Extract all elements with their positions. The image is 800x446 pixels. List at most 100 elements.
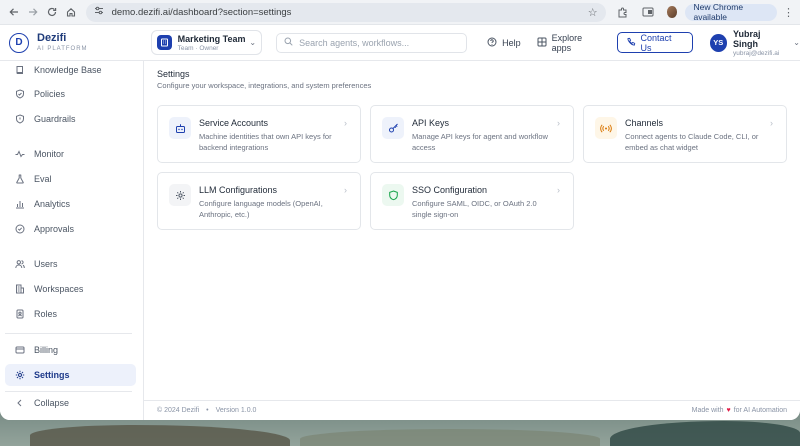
- explore-apps-link[interactable]: Explore apps: [537, 33, 603, 53]
- dezifi-logo-icon: D: [9, 32, 29, 53]
- desktop-wallpaper: [0, 419, 800, 446]
- flask-icon: [14, 174, 25, 184]
- extensions-icon[interactable]: [614, 3, 632, 21]
- gear-icon: [14, 370, 25, 380]
- chevron-right-icon: ›: [770, 118, 773, 128]
- card-description: Configure SAML, OIDC, or OAuth 2.0 singl…: [412, 199, 537, 219]
- sidebar-item-users[interactable]: Users: [5, 253, 136, 275]
- made-with-prefix: Made with: [691, 407, 724, 414]
- shield-icon: [14, 114, 25, 124]
- sidebar-item-roles[interactable]: Roles: [5, 303, 136, 325]
- sidebar-item-monitor[interactable]: Monitor: [5, 143, 136, 165]
- bar-chart-icon: [14, 199, 25, 209]
- settings-card-api-keys[interactable]: API Keys Manage API keys for agent and w…: [370, 105, 574, 163]
- check-circle-icon: [14, 224, 25, 234]
- building-icon: [14, 284, 25, 294]
- settings-card-sso-configuration[interactable]: SSO Configuration Configure SAML, OIDC, …: [370, 172, 574, 230]
- app-header: D Dezifi AI PLATFORM Marketing Team Team…: [0, 25, 800, 61]
- key-icon: [382, 117, 404, 139]
- card-description: Manage API keys for agent and workflow a…: [412, 132, 548, 152]
- badge-icon: [14, 309, 25, 319]
- settings-page: Settings Configure your workspace, integ…: [144, 61, 800, 400]
- sidebar-item-settings[interactable]: Settings: [5, 364, 136, 386]
- user-name: Yubraj Singh: [733, 28, 761, 49]
- separator-dot: •: [206, 407, 209, 414]
- settings-card-service-accounts[interactable]: Service Accounts Machine identities that…: [157, 105, 361, 163]
- sidebar-item-billing[interactable]: Billing: [5, 339, 136, 361]
- team-switcher[interactable]: Marketing Team Team · Owner ⌄: [150, 30, 263, 55]
- card-description: Configure language models (OpenAI, Anthr…: [199, 199, 323, 219]
- sidebar-item-analytics[interactable]: Analytics: [5, 193, 136, 215]
- search-box[interactable]: [276, 32, 468, 53]
- sidebar-divider: [5, 333, 132, 334]
- team-role: Team · Owner: [177, 44, 219, 52]
- page-title: Settings: [157, 69, 190, 79]
- address-bar[interactable]: demo.dezifi.ai/dashboard?section=setting…: [85, 2, 606, 22]
- search-icon: [284, 37, 293, 48]
- site-settings-icon[interactable]: [94, 6, 106, 18]
- url-text: demo.dezifi.ai/dashboard?section=setting…: [111, 6, 292, 18]
- help-circle-icon: [487, 37, 497, 49]
- card-title: SSO Configuration: [412, 185, 488, 195]
- app-footer: © 2024 Dezifi • Version 1.0.0 Made with …: [144, 400, 800, 420]
- sidebar-item-approvals[interactable]: Approvals: [5, 218, 136, 240]
- shield-icon: [382, 184, 404, 206]
- browser-toolbar: demo.dezifi.ai/dashboard?section=setting…: [0, 0, 800, 25]
- card-title: Service Accounts: [199, 118, 269, 128]
- page-subtitle: Configure your workspace, integrations, …: [157, 81, 372, 90]
- brand[interactable]: D Dezifi AI PLATFORM: [0, 32, 141, 53]
- bookmark-star-icon[interactable]: ☆: [588, 6, 598, 19]
- card-title: LLM Configurations: [199, 185, 278, 195]
- search-input[interactable]: [299, 37, 460, 48]
- team-name: Marketing Team: [177, 33, 246, 44]
- sidebar-collapse-button[interactable]: Collapse: [5, 392, 136, 414]
- robot-icon: [169, 117, 191, 139]
- split-view-icon[interactable]: [639, 3, 657, 21]
- copyright-text: © 2024 Dezifi: [157, 407, 200, 414]
- brand-tagline: AI PLATFORM: [37, 46, 88, 52]
- browser-window: demo.dezifi.ai/dashboard?section=setting…: [0, 0, 800, 420]
- home-icon[interactable]: [63, 3, 79, 21]
- chevron-left-icon: [14, 398, 25, 408]
- chevron-right-icon: ›: [344, 185, 347, 195]
- update-chrome-button[interactable]: New Chrome available: [685, 2, 777, 22]
- card-icon: [14, 345, 25, 355]
- forward-icon[interactable]: [25, 3, 41, 21]
- brand-name: Dezifi: [37, 32, 67, 44]
- chevron-right-icon: ›: [557, 118, 560, 128]
- card-description: Machine identities that own API keys for…: [199, 132, 332, 152]
- broadcast-icon: [595, 117, 617, 139]
- card-title: Channels: [625, 118, 664, 128]
- help-link[interactable]: Help: [487, 37, 521, 49]
- sidebar-item-guardrails[interactable]: Guardrails: [5, 108, 136, 130]
- user-menu[interactable]: YS Yubraj Singh yubraj@dezifi.ai ⌄: [709, 28, 800, 57]
- settings-card-channels[interactable]: Channels Connect agents to Claude Code, …: [583, 105, 787, 163]
- chevron-down-icon: ⌄: [793, 38, 800, 47]
- reload-icon[interactable]: [44, 3, 60, 21]
- users-icon: [14, 259, 25, 269]
- sidebar-item-knowledge-base[interactable]: Knowledge Base: [5, 59, 136, 81]
- browser-menu-icon[interactable]: ⋮: [783, 6, 794, 19]
- chevron-right-icon: ›: [344, 118, 347, 128]
- grid-icon: [537, 37, 547, 49]
- version-text: Version 1.0.0: [215, 407, 257, 414]
- chevron-down-icon: ⌄: [249, 38, 257, 47]
- sidebar-item-workspaces[interactable]: Workspaces: [5, 278, 136, 300]
- profile-avatar[interactable]: [666, 6, 678, 18]
- help-label: Help: [502, 37, 521, 48]
- user-avatar: YS: [709, 33, 728, 52]
- settings-card-llm-configurations[interactable]: LLM Configurations Configure language mo…: [157, 172, 361, 230]
- sidebar-item-policies[interactable]: Policies: [5, 83, 136, 105]
- heart-icon: ♥: [726, 407, 731, 414]
- contact-us-button[interactable]: Contact Us: [616, 32, 693, 53]
- shield-check-icon: [14, 89, 25, 99]
- activity-icon: [14, 149, 25, 159]
- explore-apps-label: Explore apps: [551, 32, 583, 53]
- back-icon[interactable]: [6, 3, 22, 21]
- contact-us-label: Contact Us: [640, 32, 672, 53]
- card-title: API Keys: [412, 118, 450, 128]
- sidebar: Knowledge Base Policies Guardrails Monit…: [0, 61, 144, 420]
- team-icon: [156, 35, 172, 50]
- sidebar-item-eval[interactable]: Eval: [5, 168, 136, 190]
- user-email: yubraj@dezifi.ai: [733, 49, 780, 57]
